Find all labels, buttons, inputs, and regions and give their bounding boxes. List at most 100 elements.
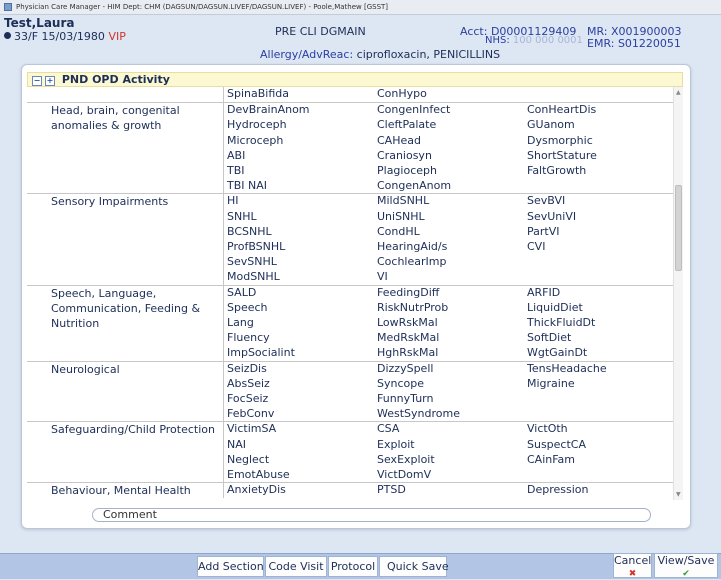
activity-code[interactable]: Lang bbox=[227, 316, 254, 329]
activity-code[interactable]: GUanom bbox=[527, 118, 575, 131]
activity-code[interactable]: ABI bbox=[227, 149, 245, 162]
activity-code[interactable]: CAinFam bbox=[527, 453, 575, 466]
activity-code[interactable]: ThickFluidDt bbox=[527, 316, 595, 329]
activity-code[interactable]: CAHead bbox=[377, 134, 421, 147]
quick-save-button[interactable]: Quick Save bbox=[379, 556, 449, 577]
activity-code[interactable]: Hydroceph bbox=[227, 118, 287, 131]
section-header: − + PND OPD Activity bbox=[27, 72, 683, 87]
activity-code[interactable]: SpinaBifida bbox=[227, 87, 289, 100]
activity-code[interactable]: ModSNHL bbox=[227, 270, 280, 283]
activity-code[interactable]: HI bbox=[227, 194, 239, 207]
window-title: Physician Care Manager - HIM Dept: CHM (… bbox=[16, 3, 389, 11]
activity-code[interactable]: VictDomV bbox=[377, 468, 431, 481]
activity-code[interactable]: WestSyndrome bbox=[377, 407, 460, 420]
nhs-number: NHS: 100 000 0001 bbox=[485, 35, 583, 46]
activity-code[interactable]: PTSD bbox=[377, 483, 406, 496]
activity-code[interactable]: SexExploit bbox=[377, 453, 435, 466]
activity-code[interactable]: AnxietyDis bbox=[227, 483, 286, 496]
activity-code[interactable]: TBI NAI bbox=[227, 179, 267, 192]
info-icon bbox=[4, 32, 11, 39]
activity-code[interactable]: FocSeiz bbox=[227, 392, 268, 405]
patient-banner: Test,Laura 33/F 15/03/1980 VIP PRE CLI D… bbox=[0, 15, 721, 61]
activity-code[interactable]: Depression bbox=[527, 483, 589, 496]
activity-code[interactable]: ShortStature bbox=[527, 149, 597, 162]
activity-code[interactable]: TensHeadache bbox=[527, 362, 607, 375]
activity-code[interactable]: PartVI bbox=[527, 225, 559, 238]
activity-code[interactable]: FaltGrowth bbox=[527, 164, 586, 177]
activity-code[interactable]: UniSNHL bbox=[377, 210, 425, 223]
activity-code[interactable]: SevUniVI bbox=[527, 210, 576, 223]
scroll-down-icon[interactable]: ▼ bbox=[676, 491, 681, 498]
scrollbar[interactable]: ▲ ▼ bbox=[673, 87, 683, 500]
activity-code[interactable]: SALD bbox=[227, 286, 256, 299]
category-label: Safeguarding/Child Protection bbox=[51, 423, 215, 437]
activity-code[interactable]: CochlearImp bbox=[377, 255, 446, 268]
activity-code[interactable]: FeedingDiff bbox=[377, 286, 439, 299]
activity-code[interactable]: ConHypo bbox=[377, 87, 427, 100]
activity-code[interactable]: CondHL bbox=[377, 225, 420, 238]
activity-code[interactable]: MedRskMal bbox=[377, 331, 439, 344]
activity-code[interactable]: HghRskMal bbox=[377, 346, 438, 359]
activity-code[interactable]: CleftPalate bbox=[377, 118, 436, 131]
patient-demographics: 33/F 15/03/1980 VIP bbox=[4, 30, 126, 43]
scrollbar-thumb[interactable] bbox=[675, 185, 682, 271]
activity-code[interactable]: Plagioceph bbox=[377, 164, 437, 177]
activity-code[interactable]: FebConv bbox=[227, 407, 274, 420]
collapse-icon[interactable]: − bbox=[32, 76, 42, 86]
activity-code[interactable]: Dysmorphic bbox=[527, 134, 593, 147]
allergy-info: Allergy/AdvReac: ciprofloxacin, PENICILL… bbox=[260, 48, 501, 61]
activity-code[interactable]: Speech bbox=[227, 301, 268, 314]
emr-number: EMR: S01220051 bbox=[587, 37, 681, 50]
activity-code[interactable]: Microceph bbox=[227, 134, 283, 147]
activity-code[interactable]: CSA bbox=[377, 422, 399, 435]
cancel-button[interactable]: Cancel ✖ bbox=[613, 553, 652, 579]
column-divider bbox=[223, 285, 224, 362]
activity-code[interactable]: EmotAbuse bbox=[227, 468, 290, 481]
activity-code[interactable]: SuspectCA bbox=[527, 438, 586, 451]
activity-code[interactable]: VictimSA bbox=[227, 422, 276, 435]
activity-code[interactable]: SNHL bbox=[227, 210, 257, 223]
activity-code[interactable]: WgtGainDt bbox=[527, 346, 587, 359]
activity-code[interactable]: Exploit bbox=[377, 438, 415, 451]
activity-code[interactable]: HearingAid/s bbox=[377, 240, 447, 253]
activity-code[interactable]: SevBVI bbox=[527, 194, 565, 207]
activity-code[interactable]: NAI bbox=[227, 438, 246, 451]
activity-code[interactable]: DizzySpell bbox=[377, 362, 433, 375]
activity-code[interactable]: AbsSeiz bbox=[227, 377, 270, 390]
activity-code[interactable]: FunnyTurn bbox=[377, 392, 433, 405]
protocol-button[interactable]: Protocol bbox=[328, 556, 378, 577]
activity-code[interactable]: LowRskMal bbox=[377, 316, 438, 329]
activity-code[interactable]: ARFID bbox=[527, 286, 560, 299]
activity-code[interactable]: VI bbox=[377, 270, 388, 283]
activity-code[interactable]: Syncope bbox=[377, 377, 424, 390]
category-group: Neurological SeizDis DizzySpell TensHeadach… bbox=[27, 360, 673, 423]
activity-code[interactable]: LiquidDiet bbox=[527, 301, 583, 314]
activity-code[interactable]: Fluency bbox=[227, 331, 270, 344]
view-save-button[interactable]: View/Save ✔ bbox=[654, 553, 718, 579]
activity-code[interactable]: Neglect bbox=[227, 453, 269, 466]
app-icon bbox=[4, 3, 12, 11]
activity-code[interactable]: SevSNHL bbox=[227, 255, 277, 268]
activity-code[interactable]: Migraine bbox=[527, 377, 575, 390]
code-visit-button[interactable]: Code Visit bbox=[265, 556, 327, 577]
activity-code[interactable]: CongenInfect bbox=[377, 103, 450, 116]
expand-icon[interactable]: + bbox=[45, 76, 55, 86]
activity-code[interactable]: VictOth bbox=[527, 422, 568, 435]
activity-code[interactable]: ImpSocialint bbox=[227, 346, 295, 359]
activity-code[interactable]: BCSNHL bbox=[227, 225, 272, 238]
activity-code[interactable]: ConHeartDis bbox=[527, 103, 596, 116]
activity-code[interactable]: SoftDiet bbox=[527, 331, 571, 344]
activity-code[interactable]: MildSNHL bbox=[377, 194, 429, 207]
activity-code[interactable]: RiskNutrProb bbox=[377, 301, 448, 314]
activity-code[interactable]: ProfBSNHL bbox=[227, 240, 285, 253]
activity-code[interactable]: CongenAnom bbox=[377, 179, 451, 192]
activity-code[interactable]: DevBrainAnom bbox=[227, 103, 310, 116]
patient-name: Test,Laura bbox=[4, 16, 75, 30]
add-section-button[interactable]: Add Section bbox=[197, 556, 264, 577]
activity-code[interactable]: Craniosyn bbox=[377, 149, 432, 162]
activity-code[interactable]: TBI bbox=[227, 164, 245, 177]
scroll-up-icon[interactable]: ▲ bbox=[676, 89, 681, 96]
comment-field[interactable]: Comment bbox=[92, 508, 651, 522]
activity-code[interactable]: CVI bbox=[527, 240, 545, 253]
activity-code[interactable]: SeizDis bbox=[227, 362, 267, 375]
